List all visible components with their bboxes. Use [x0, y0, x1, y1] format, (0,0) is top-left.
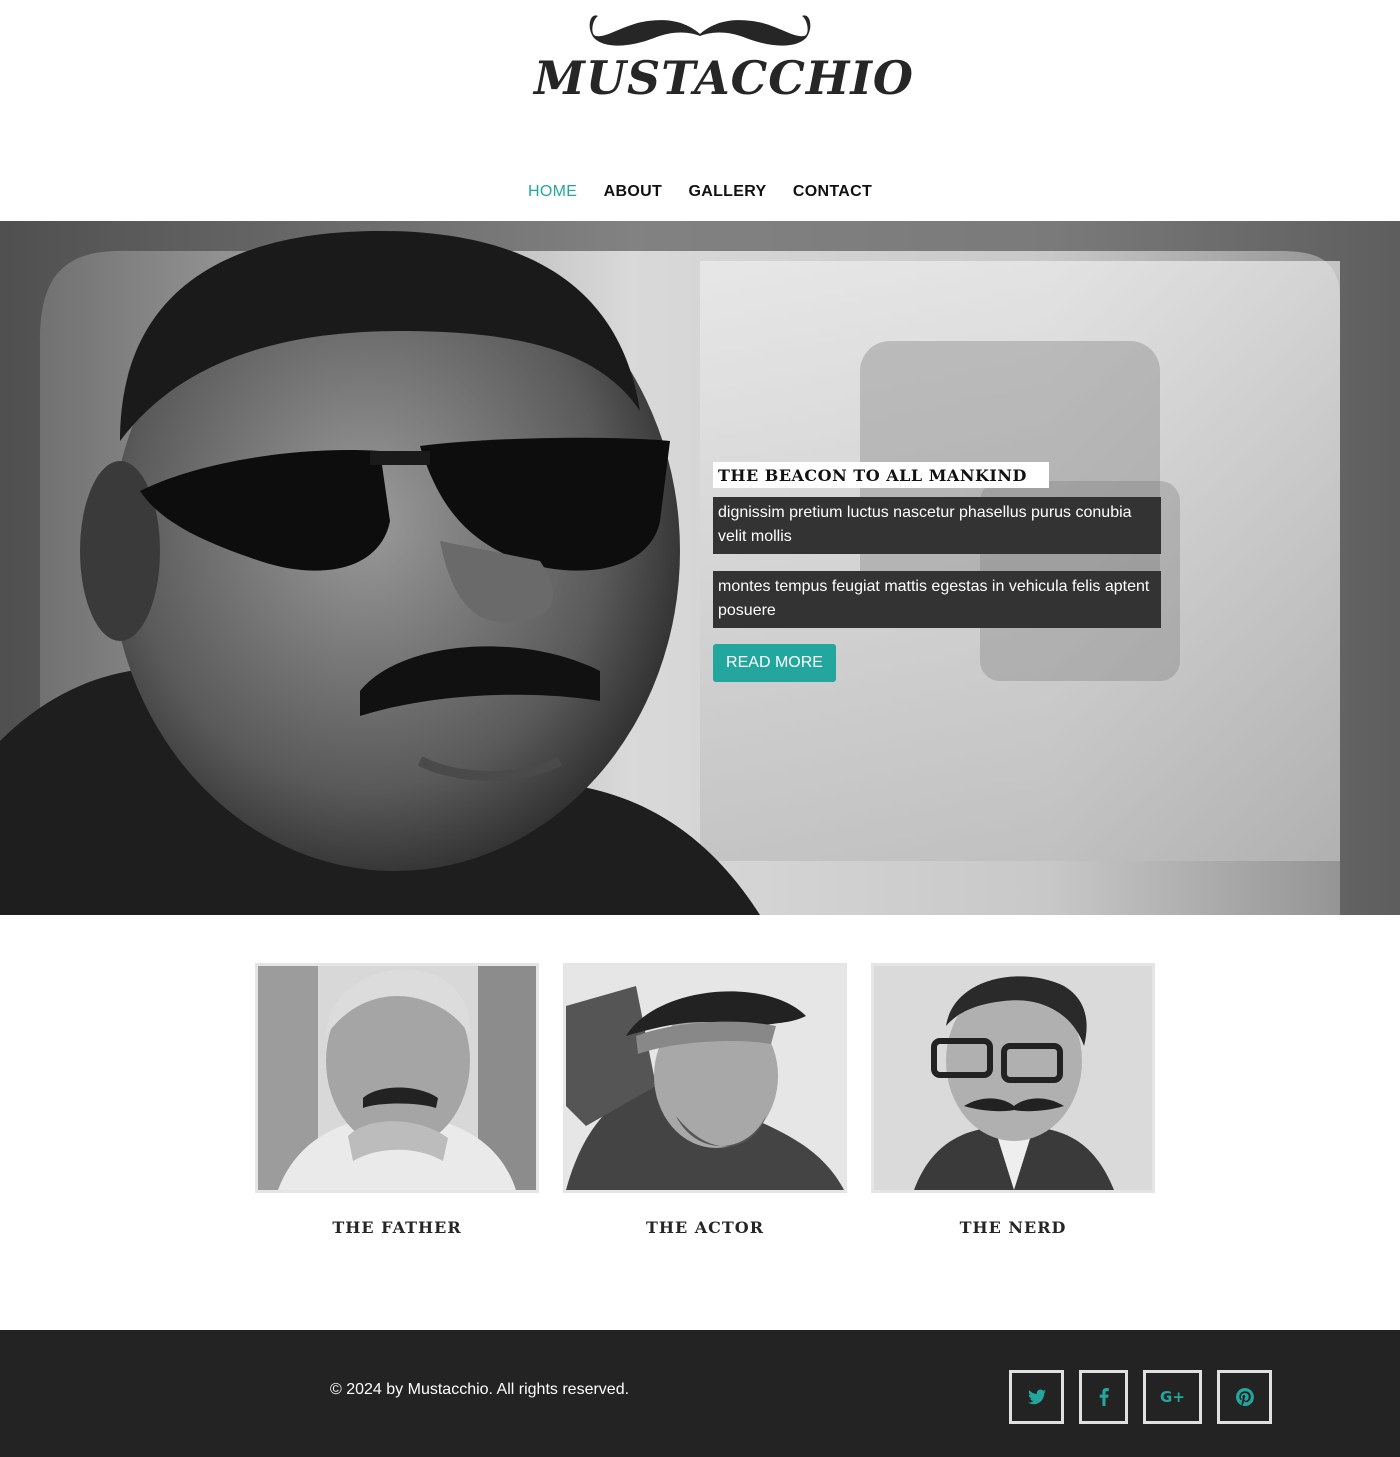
twitter-icon[interactable] — [1009, 1370, 1064, 1424]
site-logo[interactable]: MUSTACCHIO — [534, 6, 914, 106]
main-nav: HOME ABOUT GALLERY CONTACT — [0, 180, 1400, 204]
portrait-card-actor: THE ACTOR — [563, 963, 847, 1239]
hero-title: THE BEACON TO ALL MANKIND — [713, 462, 1049, 488]
nav-gallery[interactable]: GALLERY — [688, 180, 766, 204]
pinterest-icon[interactable] — [1217, 1370, 1272, 1424]
facebook-icon[interactable] — [1079, 1370, 1128, 1424]
nav-contact[interactable]: CONTACT — [793, 180, 872, 204]
actor-photo[interactable] — [563, 963, 847, 1193]
hero-paragraph-2: montes tempus feugiat mattis egestas in … — [713, 571, 1161, 628]
portrait-card-nerd: THE NERD — [871, 963, 1155, 1239]
copyright-text: © 2024 by Mustacchio. All rights reserve… — [330, 1381, 630, 1398]
nav-home[interactable]: HOME — [528, 180, 577, 204]
portrait-card-father: THE FATHER — [255, 963, 539, 1239]
read-more-button[interactable]: READ MORE — [713, 644, 836, 682]
nerd-photo[interactable] — [871, 963, 1155, 1193]
logo-wordmark: MUSTACCHIO — [534, 51, 914, 105]
hero-banner: THE BEACON TO ALL MANKIND dignissim pret… — [0, 221, 1400, 915]
mustache-icon — [589, 15, 811, 46]
site-footer: © 2024 by Mustacchio. All rights reserve… — [0, 1330, 1400, 1457]
hero-paragraph-1: dignissim pretium luctus nascetur phasel… — [713, 497, 1161, 554]
portrait-caption: THE FATHER — [332, 1218, 462, 1237]
google-plus-icon[interactable]: G+ — [1143, 1370, 1202, 1424]
portrait-caption: THE ACTOR — [645, 1218, 765, 1237]
hero-photo — [0, 221, 1400, 915]
father-photo[interactable] — [255, 963, 539, 1193]
nav-about[interactable]: ABOUT — [604, 180, 662, 204]
portrait-caption: THE NERD — [959, 1218, 1067, 1237]
